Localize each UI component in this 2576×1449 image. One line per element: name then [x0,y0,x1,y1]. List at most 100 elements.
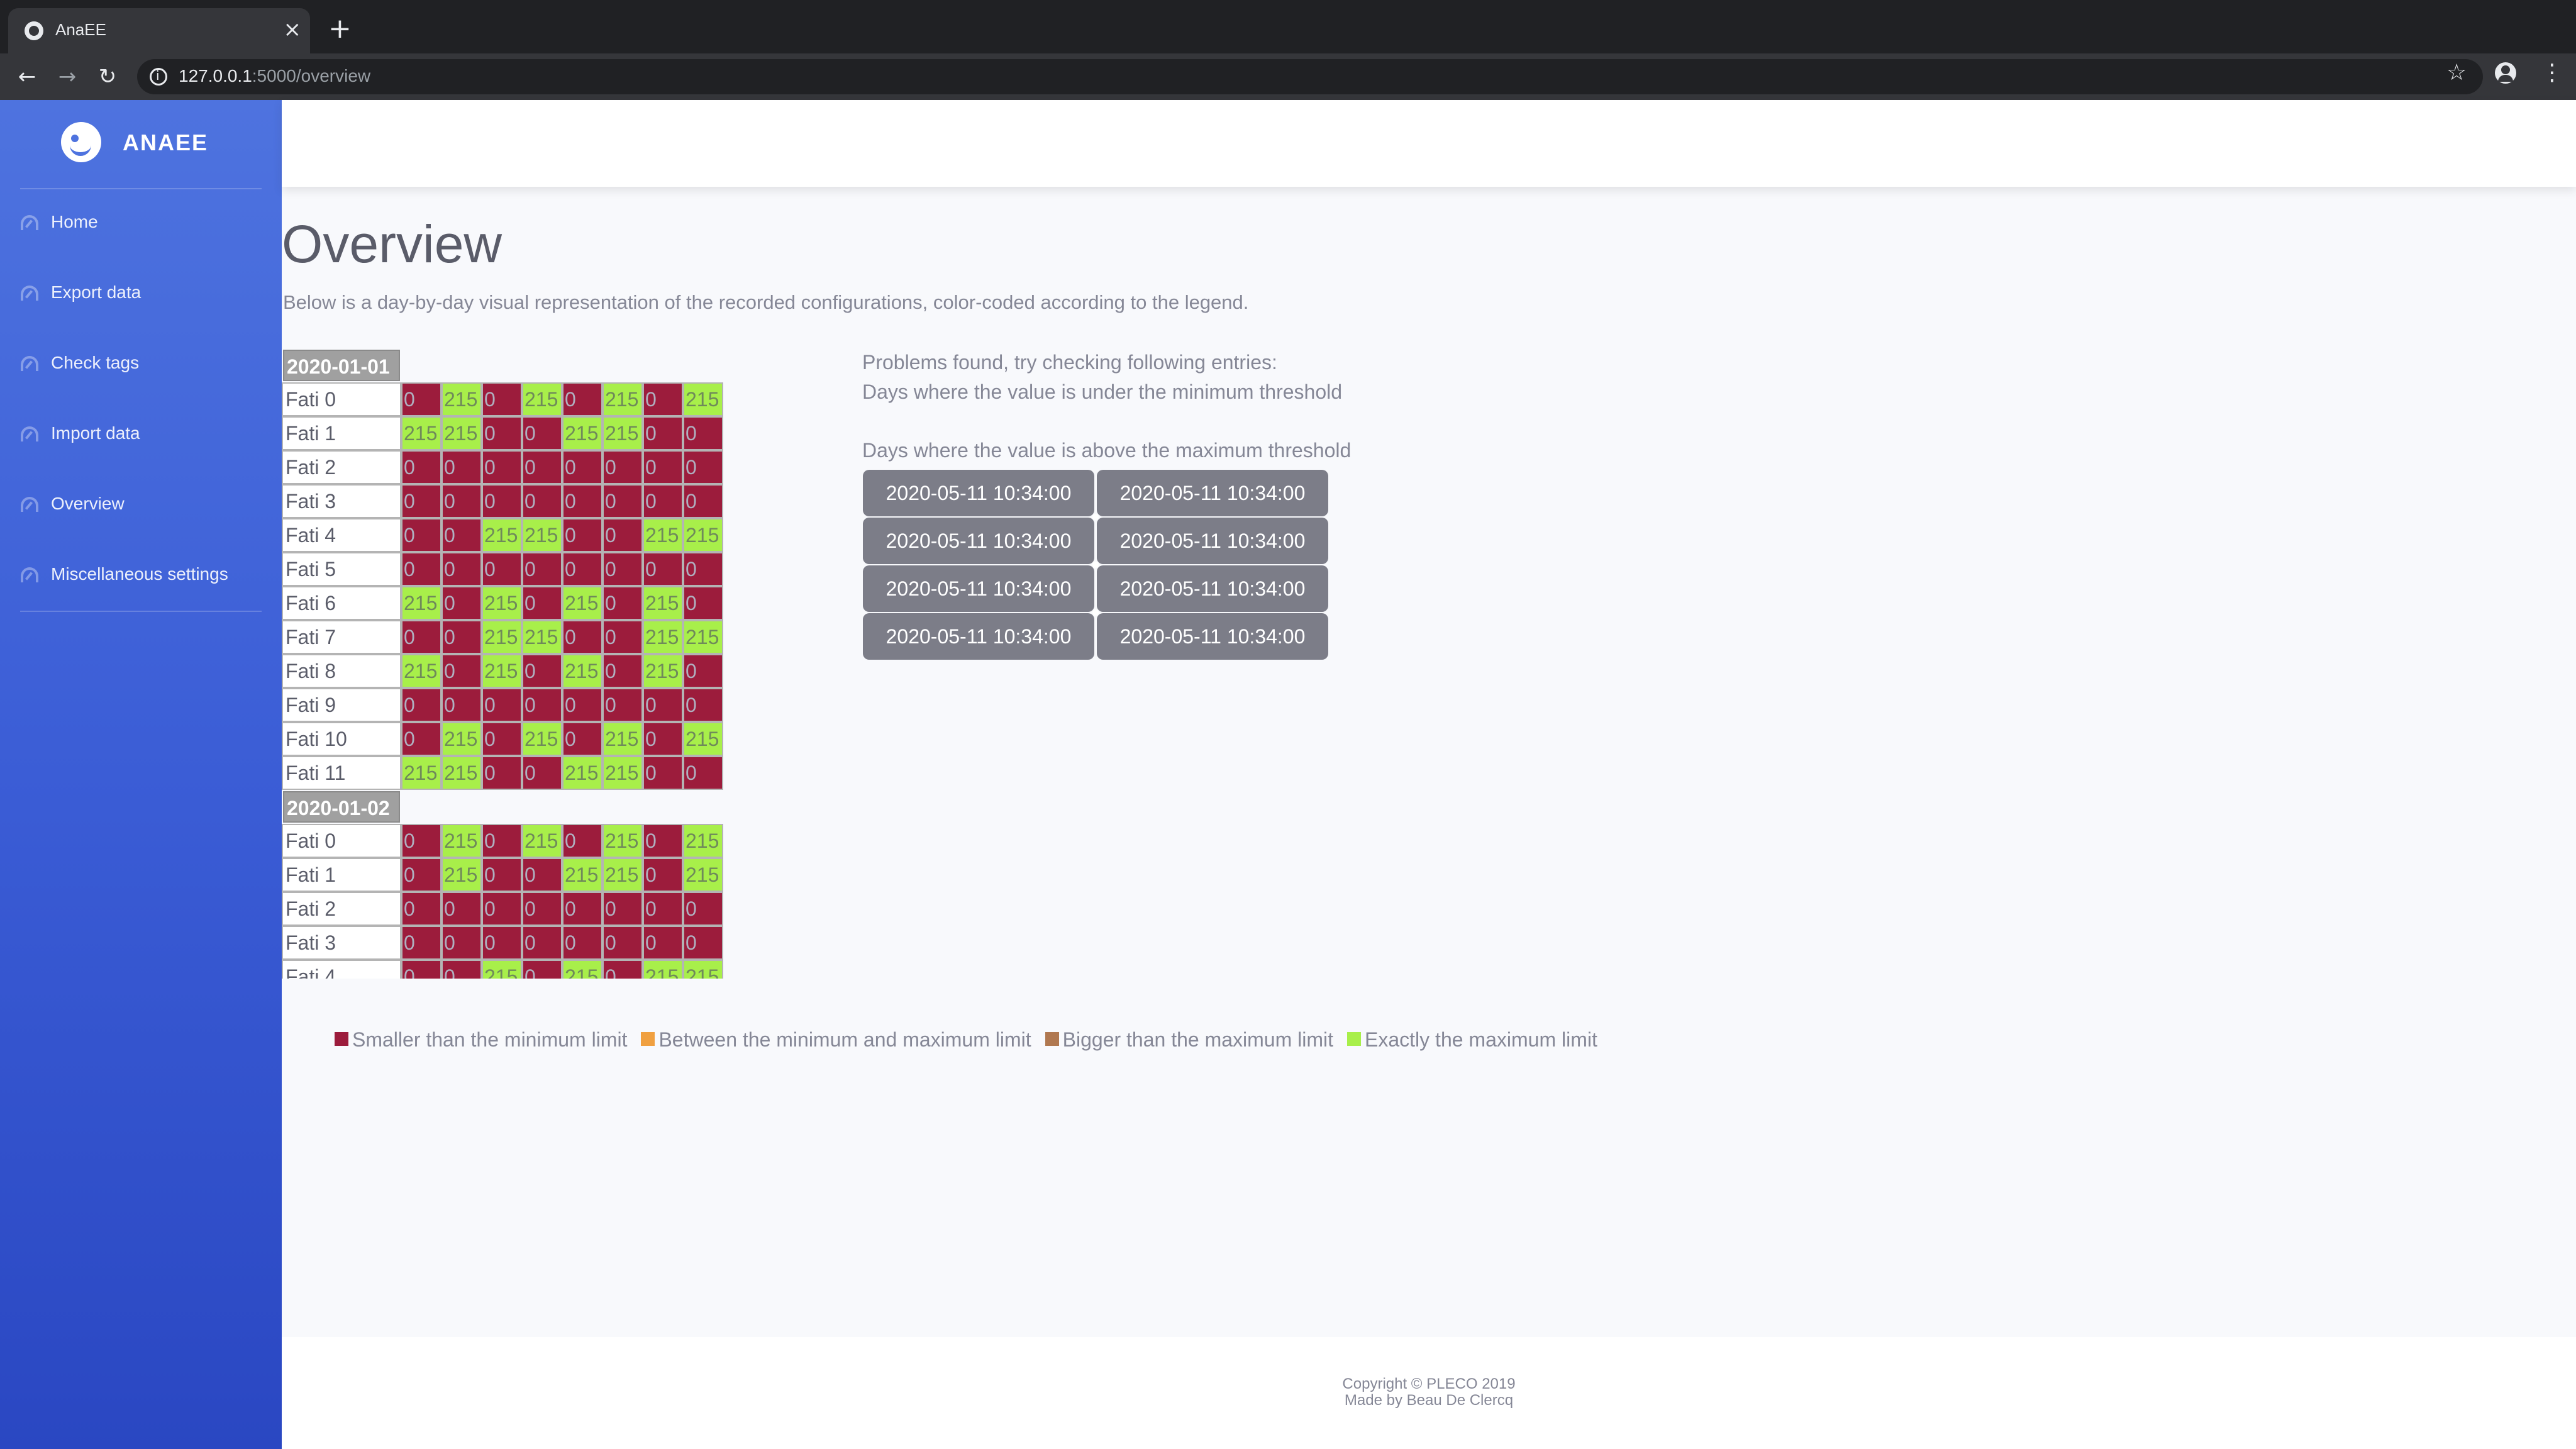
value-cell[interactable]: 215 [441,416,482,450]
value-cell[interactable]: 0 [643,824,683,858]
value-cell[interactable]: 215 [643,518,683,552]
value-cell[interactable]: 215 [482,654,522,688]
value-cell[interactable]: 0 [643,416,683,450]
value-cell[interactable]: 0 [441,654,482,688]
value-cell[interactable]: 215 [482,518,522,552]
configuration-grid[interactable]: 2020-01-01 Fati 0 0 215 0 215 0 215 0 215 Fati 1 21… [282,348,724,979]
value-cell[interactable]: 0 [643,926,683,960]
value-cell[interactable]: 0 [683,484,723,518]
value-cell[interactable]: 0 [683,892,723,926]
browser-menu-icon[interactable]: ⋮ [2541,60,2563,86]
sidebar-item-overview[interactable]: Overview [0,474,282,536]
value-cell[interactable]: 0 [562,450,602,484]
above-threshold-date-button[interactable]: 2020-05-11 10:34:00 [863,518,1094,564]
value-cell[interactable]: 0 [401,518,441,552]
value-cell[interactable]: 215 [482,960,522,979]
value-cell[interactable]: 215 [441,382,482,416]
value-cell[interactable]: 215 [401,756,441,790]
value-cell[interactable]: 0 [482,858,522,892]
back-arrow-icon[interactable]: ← [13,62,42,91]
value-cell[interactable]: 215 [441,824,482,858]
value-cell[interactable]: 215 [401,654,441,688]
value-cell[interactable]: 0 [562,620,602,654]
value-cell[interactable]: 0 [643,484,683,518]
url-text[interactable]: 127.0.0.1:5000/overview [179,66,370,86]
value-cell[interactable]: 0 [522,552,562,586]
value-cell[interactable]: 0 [482,688,522,722]
value-cell[interactable]: 0 [441,586,482,620]
value-cell[interactable]: 215 [683,382,723,416]
value-cell[interactable]: 0 [562,824,602,858]
info-icon[interactable] [150,68,167,86]
value-cell[interactable]: 0 [602,450,643,484]
value-cell[interactable]: 0 [562,722,602,756]
value-cell[interactable]: 0 [482,722,522,756]
value-cell[interactable]: 0 [522,858,562,892]
value-cell[interactable]: 0 [522,960,562,979]
sidebar-brand[interactable]: ANAEE [0,100,282,188]
value-cell[interactable]: 215 [522,722,562,756]
value-cell[interactable]: 215 [482,620,522,654]
sidebar-item-import-data[interactable]: Import data [0,403,282,466]
sidebar-item-export-data[interactable]: Export data [0,262,282,325]
value-cell[interactable]: 0 [602,586,643,620]
value-cell[interactable]: 0 [401,552,441,586]
value-cell[interactable]: 0 [441,450,482,484]
above-threshold-date-button[interactable]: 2020-05-11 10:34:00 [1097,518,1328,564]
value-cell[interactable]: 215 [602,382,643,416]
value-cell[interactable]: 0 [401,620,441,654]
value-cell[interactable]: 0 [482,552,522,586]
sidebar-item-home[interactable]: Home [0,192,282,255]
value-cell[interactable]: 215 [522,620,562,654]
value-cell[interactable]: 215 [562,586,602,620]
value-cell[interactable]: 215 [602,722,643,756]
value-cell[interactable]: 215 [683,620,723,654]
value-cell[interactable]: 0 [401,926,441,960]
value-cell[interactable]: 0 [522,892,562,926]
above-threshold-date-button[interactable]: 2020-05-11 10:34:00 [1097,565,1328,612]
value-cell[interactable]: 215 [522,518,562,552]
value-cell[interactable]: 215 [441,756,482,790]
above-threshold-date-button[interactable]: 2020-05-11 10:34:00 [1097,613,1328,660]
value-cell[interactable]: 0 [441,926,482,960]
reload-icon[interactable]: ↻ [93,62,122,91]
value-cell[interactable]: 0 [683,416,723,450]
value-cell[interactable]: 0 [602,484,643,518]
value-cell[interactable]: 0 [562,518,602,552]
above-threshold-date-button[interactable]: 2020-05-11 10:34:00 [863,565,1094,612]
close-tab-icon[interactable]: × [284,17,302,42]
browser-tab[interactable]: AnaEE × [8,8,310,53]
above-threshold-date-button[interactable]: 2020-05-11 10:34:00 [1097,470,1328,516]
value-cell[interactable]: 0 [562,926,602,960]
value-cell[interactable]: 0 [643,892,683,926]
value-cell[interactable]: 0 [602,960,643,979]
value-cell[interactable]: 0 [683,552,723,586]
value-cell[interactable]: 0 [441,960,482,979]
value-cell[interactable]: 0 [643,756,683,790]
value-cell[interactable]: 0 [602,552,643,586]
value-cell[interactable]: 215 [522,824,562,858]
value-cell[interactable]: 0 [602,892,643,926]
bookmark-star-icon[interactable]: ☆ [2446,60,2467,86]
value-cell[interactable]: 0 [482,450,522,484]
profile-icon[interactable] [2495,62,2516,84]
value-cell[interactable]: 215 [441,722,482,756]
value-cell[interactable]: 0 [683,926,723,960]
value-cell[interactable]: 215 [643,654,683,688]
value-cell[interactable]: 215 [562,416,602,450]
value-cell[interactable]: 0 [441,688,482,722]
value-cell[interactable]: 0 [401,858,441,892]
value-cell[interactable]: 0 [643,382,683,416]
value-cell[interactable]: 0 [482,484,522,518]
value-cell[interactable]: 215 [683,858,723,892]
value-cell[interactable]: 0 [441,892,482,926]
value-cell[interactable]: 0 [522,926,562,960]
value-cell[interactable]: 0 [401,722,441,756]
value-cell[interactable]: 215 [401,416,441,450]
value-cell[interactable]: 215 [643,586,683,620]
value-cell[interactable]: 0 [522,688,562,722]
value-cell[interactable]: 0 [482,382,522,416]
value-cell[interactable]: 0 [562,892,602,926]
above-threshold-date-button[interactable]: 2020-05-11 10:34:00 [863,470,1094,516]
value-cell[interactable]: 215 [602,756,643,790]
